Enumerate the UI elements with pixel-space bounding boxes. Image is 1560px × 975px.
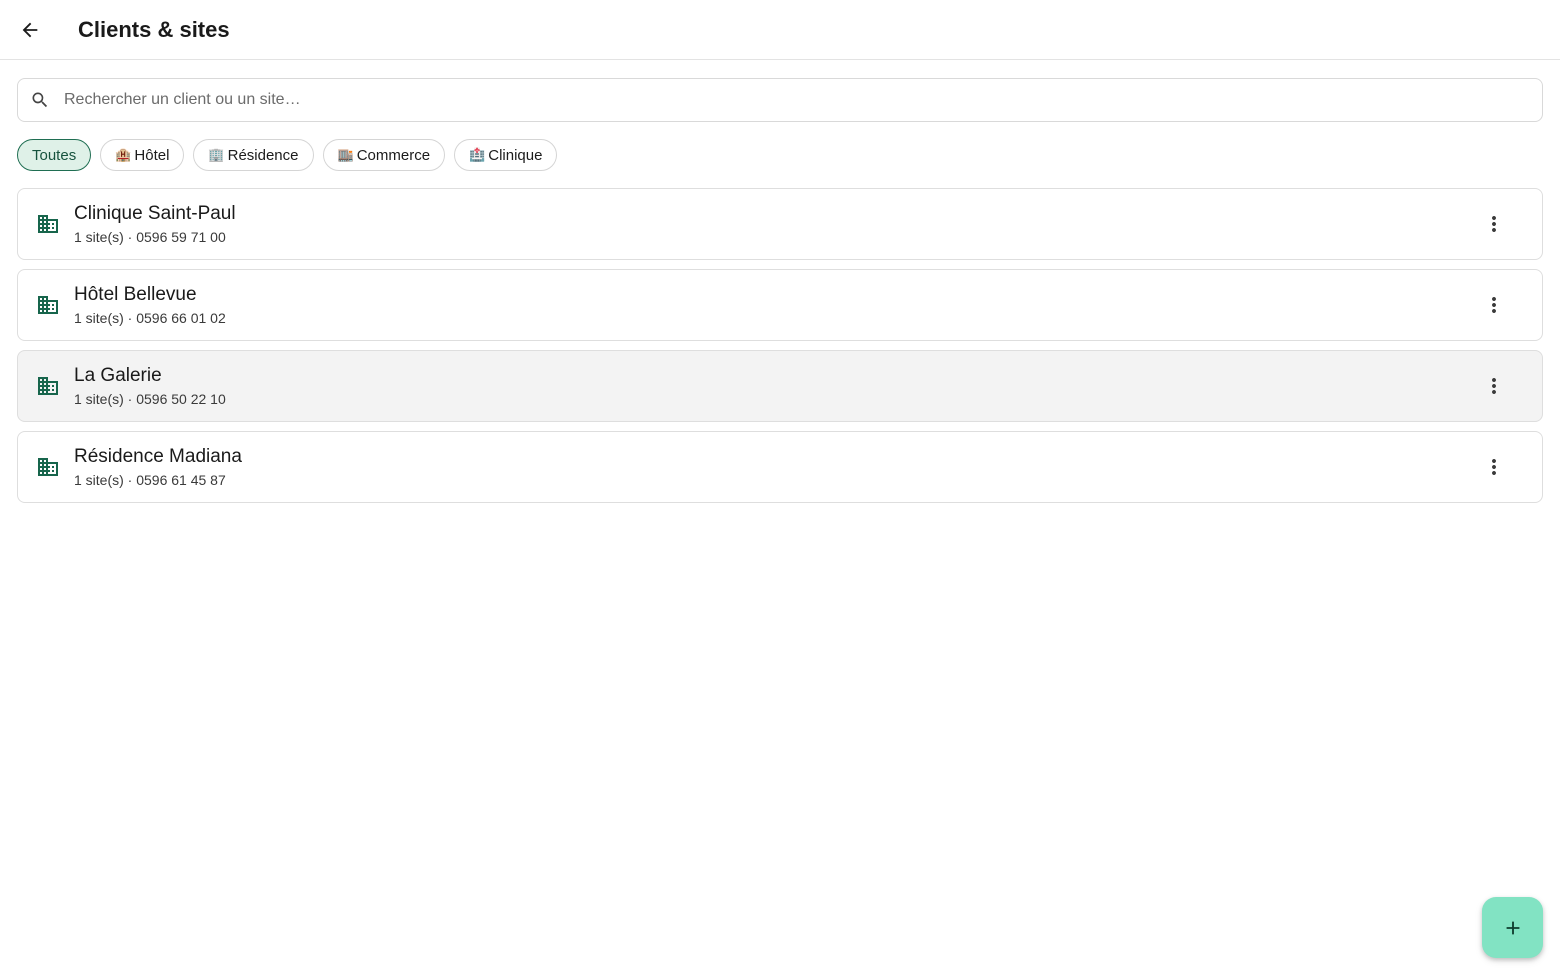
client-info: Hôtel Bellevue 1 site(s) · 0596 66 01 02: [74, 283, 1474, 328]
add-client-fab[interactable]: [1482, 897, 1543, 958]
department-store-emoji-icon: 🏬: [337, 147, 354, 163]
filter-chips: Toutes 🏨 Hôtel 🏢 Résidence 🏬 Commerce 🏥 …: [17, 139, 558, 171]
client-list: Clinique Saint-Paul 1 site(s) · 0596 59 …: [17, 188, 1543, 503]
top-app-bar: Clients & sites: [0, 0, 1560, 60]
building-icon: [38, 377, 58, 395]
plus-icon: [1506, 921, 1519, 934]
more-options-button[interactable]: [1474, 285, 1514, 325]
client-name: Résidence Madiana: [74, 445, 242, 467]
back-button[interactable]: [0, 0, 60, 60]
client-info: Résidence Madiana 1 site(s) · 0596 61 45…: [74, 445, 1474, 490]
building-icon: [38, 458, 58, 476]
client-subtitle: 1 site(s) · 0596 50 22 10: [74, 390, 226, 407]
client-row-clinique-saint-paul[interactable]: Clinique Saint-Paul 1 site(s) · 0596 59 …: [17, 188, 1543, 260]
more-vert-icon: [1492, 216, 1496, 232]
chip-label: Hôtel: [134, 146, 170, 164]
building-icon: [38, 215, 58, 233]
search-bar[interactable]: [17, 78, 1543, 122]
arrow-left-icon: [22, 22, 38, 37]
client-info: La Galerie 1 site(s) · 0596 50 22 10: [74, 364, 1474, 409]
filter-chip-toutes[interactable]: Toutes: [17, 139, 92, 171]
client-row-la-galerie[interactable]: La Galerie 1 site(s) · 0596 50 22 10: [17, 350, 1543, 422]
filter-chip-clinique[interactable]: 🏥 Clinique: [454, 139, 558, 171]
client-row-residence-madiana[interactable]: Résidence Madiana 1 site(s) · 0596 61 45…: [17, 431, 1543, 503]
client-name: Hôtel Bellevue: [74, 283, 197, 305]
app-root: Clients & sites Toutes 🏨 Hôtel 🏢 Résiden…: [0, 0, 1560, 975]
client-subtitle: 1 site(s) · 0596 61 45 87: [74, 471, 226, 488]
client-name: Clinique Saint-Paul: [74, 202, 236, 224]
office-building-emoji-icon: 🏢: [208, 147, 225, 163]
more-vert-icon: [1492, 459, 1496, 475]
hospital-emoji-icon: 🏥: [469, 147, 486, 163]
filter-chip-commerce[interactable]: 🏬 Commerce: [322, 139, 446, 171]
chip-label: Résidence: [227, 146, 299, 164]
search-input[interactable]: [64, 80, 1542, 120]
search-icon: [32, 92, 48, 108]
more-options-button[interactable]: [1474, 366, 1514, 406]
chip-label: Commerce: [356, 146, 431, 164]
page-title: Clients & sites: [78, 16, 230, 42]
client-name: La Galerie: [74, 364, 162, 386]
more-vert-icon: [1492, 378, 1496, 394]
chip-label: Toutes: [32, 146, 77, 164]
filter-chip-hotel[interactable]: 🏨 Hôtel: [100, 139, 185, 171]
more-options-button[interactable]: [1474, 204, 1514, 244]
client-subtitle: 1 site(s) · 0596 59 71 00: [74, 228, 226, 245]
client-info: Clinique Saint-Paul 1 site(s) · 0596 59 …: [74, 202, 1474, 247]
filter-chip-residence[interactable]: 🏢 Résidence: [193, 139, 314, 171]
hotel-emoji-icon: 🏨: [115, 147, 132, 163]
chip-label: Clinique: [488, 146, 543, 164]
building-icon: [38, 296, 58, 314]
client-row-hotel-bellevue[interactable]: Hôtel Bellevue 1 site(s) · 0596 66 01 02: [17, 269, 1543, 341]
more-vert-icon: [1492, 297, 1496, 313]
client-subtitle: 1 site(s) · 0596 66 01 02: [74, 309, 226, 326]
more-options-button[interactable]: [1474, 447, 1514, 487]
